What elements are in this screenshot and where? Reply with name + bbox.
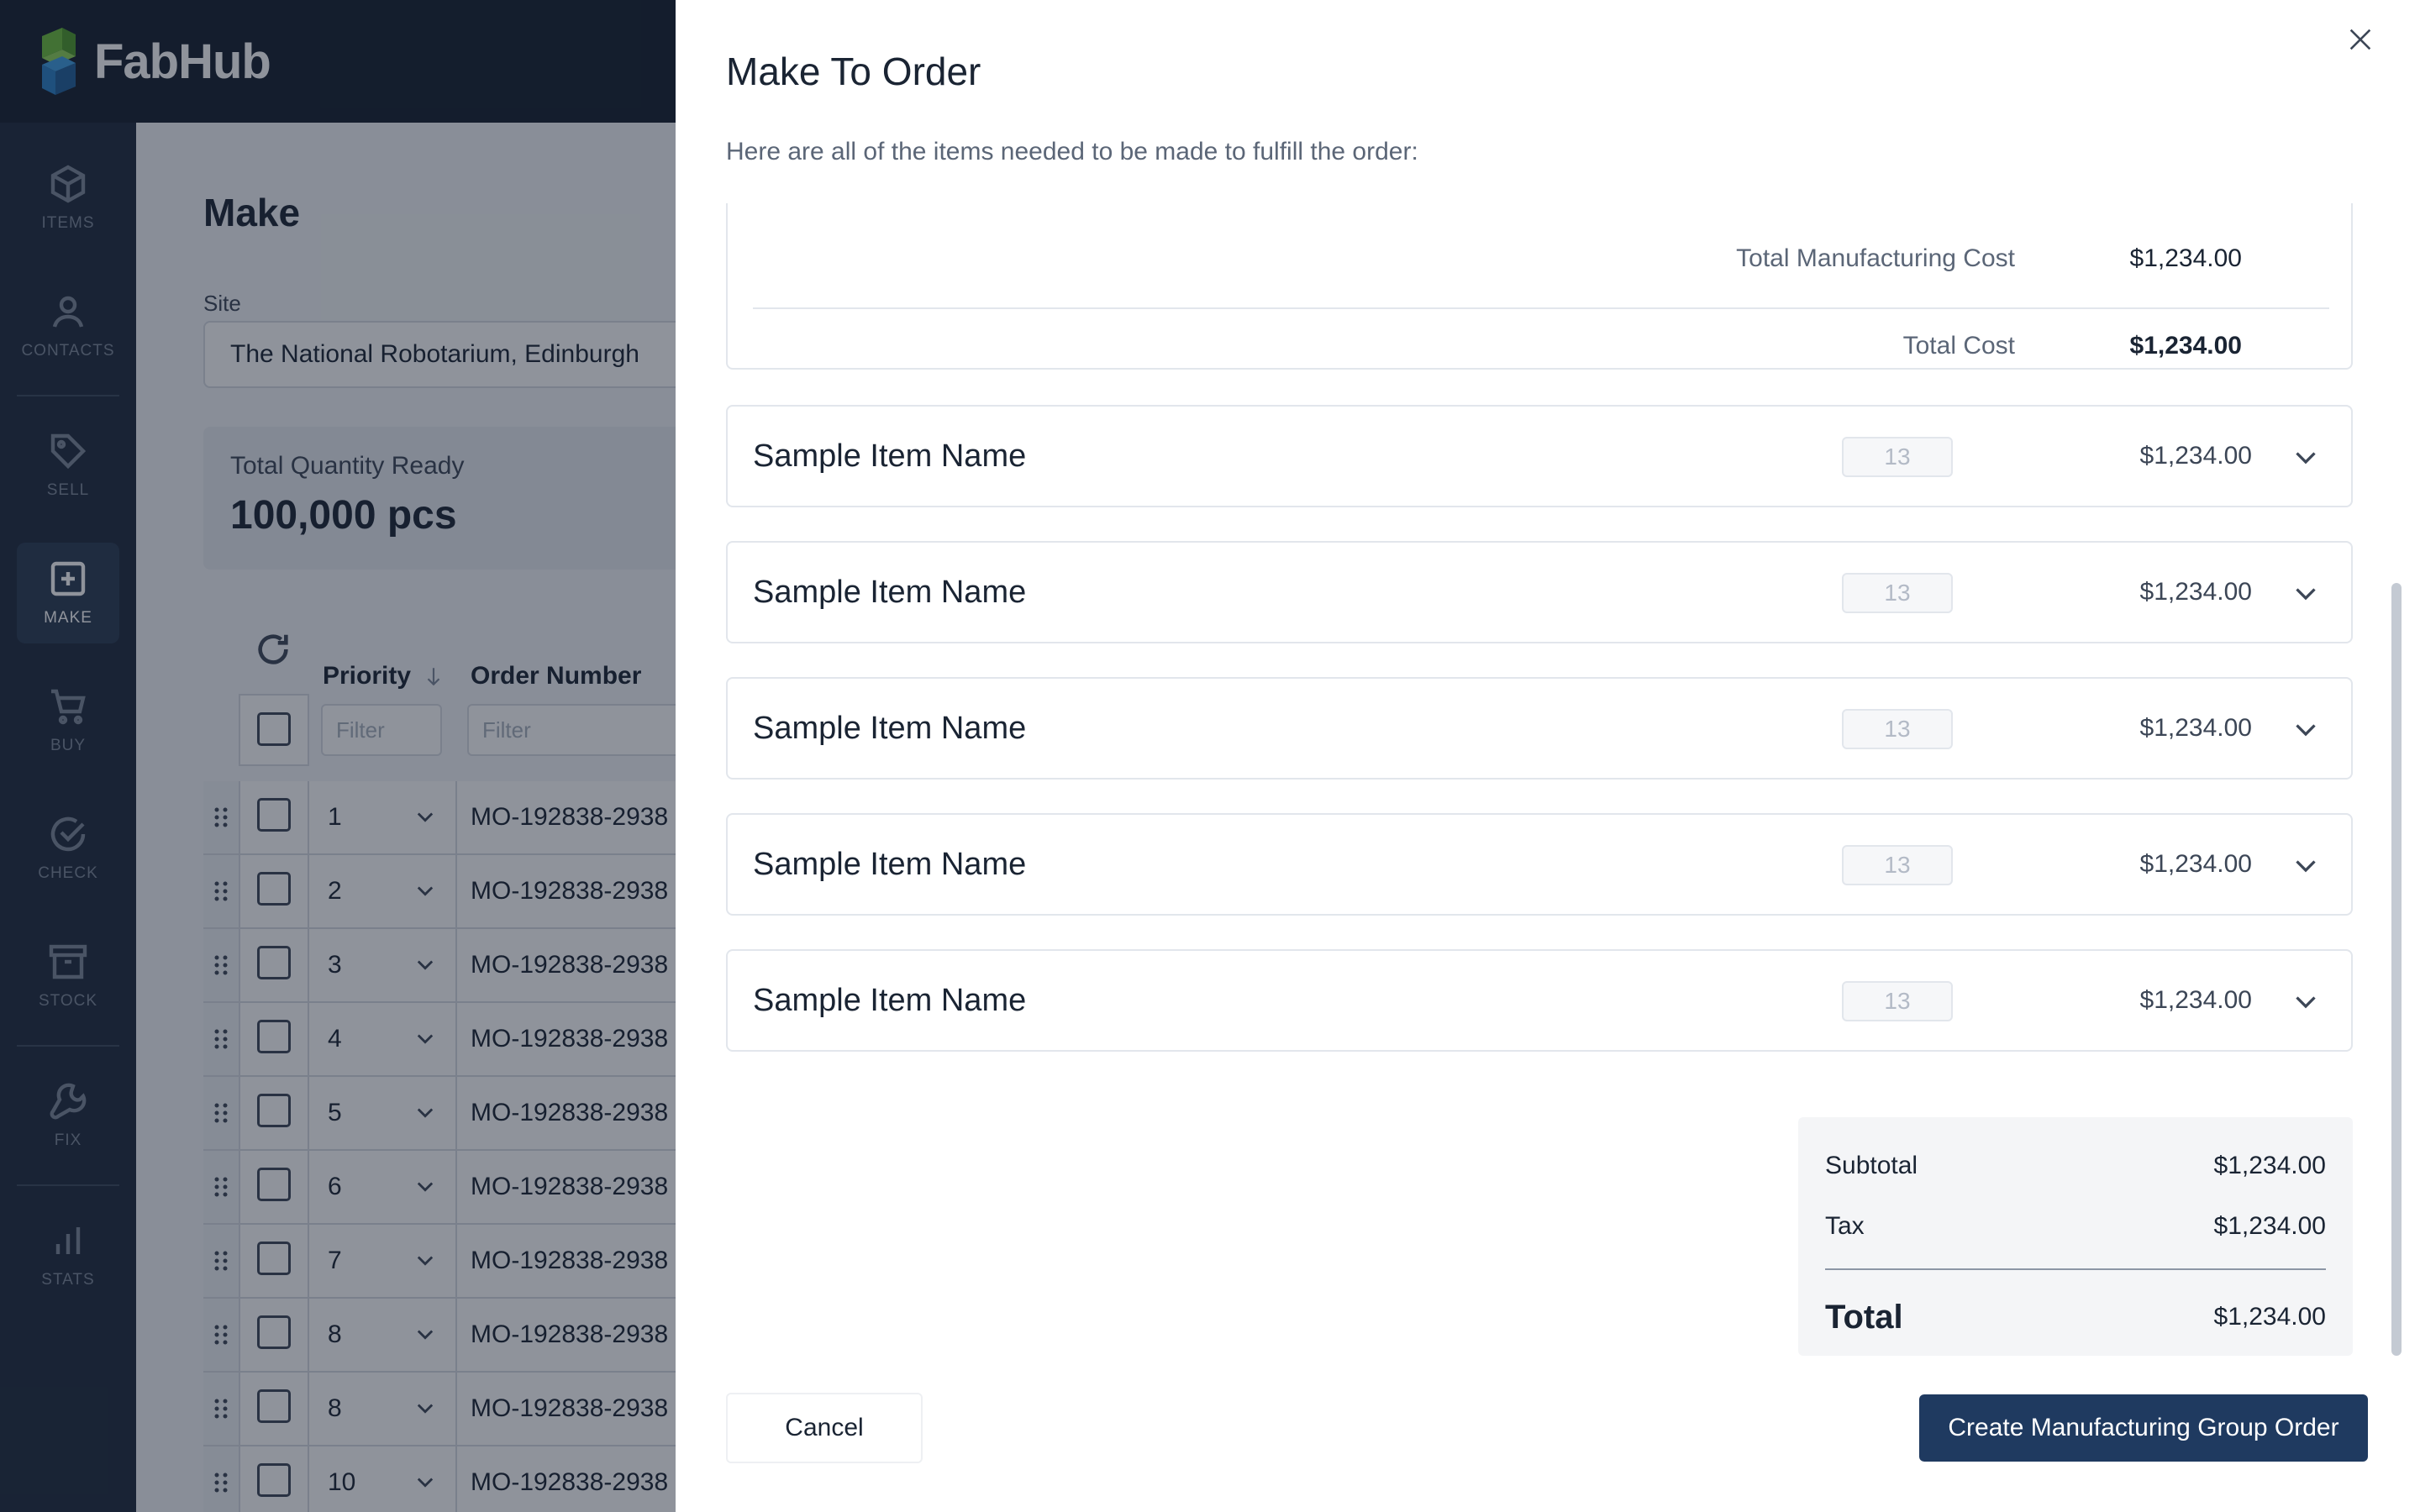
manufacturing-cost-label: Total Manufacturing Cost <box>1736 244 2015 272</box>
chevron-down-icon[interactable] <box>2291 578 2321 608</box>
tax-value: $1,234.00 <box>2213 1212 2326 1240</box>
item-price: $1,234.00 <box>2139 578 2252 606</box>
item-name: Sample Item Name <box>753 574 1027 610</box>
total-row: Total $1,234.00 <box>1825 1294 2326 1341</box>
close-icon <box>2349 29 2371 50</box>
chevron-down-icon[interactable] <box>2291 442 2321 472</box>
subtotal-row: Subtotal $1,234.00 <box>1825 1147 2326 1184</box>
item-card[interactable]: Sample Item Name 13 $1,234.00 <box>726 949 2353 1052</box>
item-card[interactable]: Sample Item Name 13 $1,234.00 <box>726 541 2353 643</box>
chevron-down-icon[interactable] <box>2291 986 2321 1016</box>
item-price: $1,234.00 <box>2139 986 2252 1014</box>
item-price: $1,234.00 <box>2139 850 2252 878</box>
subtotal-label: Subtotal <box>1825 1152 1918 1179</box>
order-totals: Subtotal $1,234.00 Tax $1,234.00 Total $… <box>1798 1117 2353 1356</box>
chevron-down-icon[interactable] <box>2291 714 2321 744</box>
total-cost-row: Total Cost $1,234.00 <box>753 328 2329 365</box>
modal-title: Make To Order <box>726 50 981 93</box>
chevron-down-icon[interactable] <box>2291 850 2321 880</box>
cost-summary-card: Total Manufacturing Cost $1,234.00 Total… <box>726 203 2353 370</box>
modal-scroll-area[interactable]: Total Manufacturing Cost $1,234.00 Total… <box>726 203 2353 1371</box>
item-quantity-field[interactable]: 13 <box>1842 709 1953 749</box>
item-name: Sample Item Name <box>753 982 1027 1018</box>
close-button[interactable] <box>2339 18 2381 60</box>
item-card[interactable]: Sample Item Name 13 $1,234.00 <box>726 405 2353 507</box>
tax-row: Tax $1,234.00 <box>1825 1208 2326 1245</box>
modal-subtitle: Here are all of the items needed to be m… <box>726 138 1418 165</box>
create-manufacturing-group-order-button[interactable]: Create Manufacturing Group Order <box>1919 1394 2368 1462</box>
cancel-button[interactable]: Cancel <box>726 1393 923 1463</box>
total-cost-label: Total Cost <box>1902 332 2015 360</box>
total-label: Total <box>1825 1298 1903 1336</box>
item-quantity-field[interactable]: 13 <box>1842 573 1953 613</box>
item-card[interactable]: Sample Item Name 13 $1,234.00 <box>726 677 2353 780</box>
manufacturing-cost-row: Total Manufacturing Cost $1,234.00 <box>753 240 2329 277</box>
make-to-order-modal: Make To Order Here are all of the items … <box>676 0 2420 1512</box>
manufacturing-cost-value: $1,234.00 <box>2129 244 2242 272</box>
total-value: $1,234.00 <box>2213 1303 2326 1331</box>
subtotal-value: $1,234.00 <box>2213 1152 2326 1179</box>
scrollbar-thumb[interactable] <box>2391 583 2402 1356</box>
item-name: Sample Item Name <box>753 710 1027 746</box>
modal-scrollbar[interactable] <box>2391 203 2402 1371</box>
total-cost-value: $1,234.00 <box>2129 332 2242 360</box>
tax-label: Tax <box>1825 1212 1865 1240</box>
item-price: $1,234.00 <box>2139 442 2252 470</box>
item-name: Sample Item Name <box>753 846 1027 882</box>
item-card[interactable]: Sample Item Name 13 $1,234.00 <box>726 813 2353 916</box>
totals-divider <box>1825 1268 2326 1270</box>
item-quantity-field[interactable]: 13 <box>1842 845 1953 885</box>
item-price: $1,234.00 <box>2139 714 2252 742</box>
summary-divider <box>753 307 2329 309</box>
item-name: Sample Item Name <box>753 438 1027 474</box>
item-quantity-field[interactable]: 13 <box>1842 981 1953 1021</box>
item-quantity-field[interactable]: 13 <box>1842 437 1953 477</box>
